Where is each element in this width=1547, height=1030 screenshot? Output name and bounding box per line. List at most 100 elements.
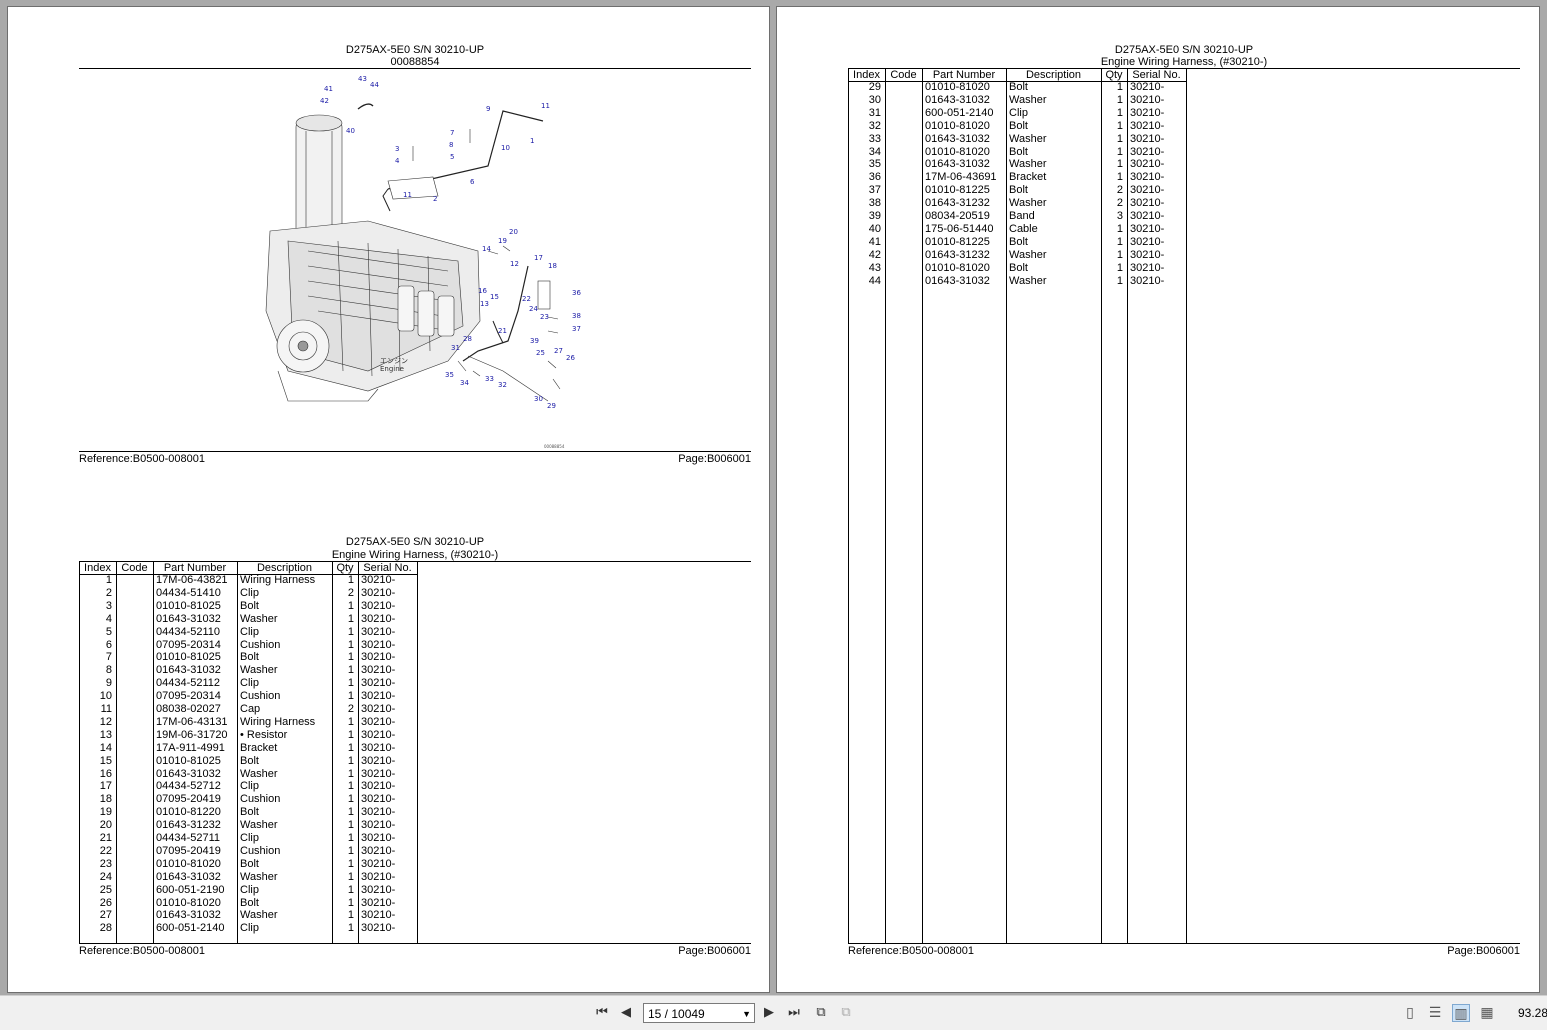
- table-cell-description: Cushion: [240, 638, 281, 651]
- parts-title: D275AX-5E0 S/N 30210-UP: [345, 536, 485, 548]
- table-cell-qty: 1: [347, 638, 354, 651]
- table-cell-serial-no: 30210-: [361, 883, 396, 896]
- table-cell-index: 2: [105, 586, 112, 599]
- table-cell-part-number: 07095-20314: [156, 690, 221, 703]
- table-cell-qty: 2: [1116, 184, 1123, 197]
- svg-text:15: 15: [490, 293, 499, 301]
- table-cell-part-number: 04434-52712: [156, 780, 221, 793]
- table-cell-description: Bolt: [240, 896, 259, 909]
- table-cell-serial-no: 30210-: [361, 741, 396, 754]
- svg-text:13: 13: [480, 300, 489, 308]
- table-cell-serial-no: 30210-: [1130, 81, 1165, 93]
- continuous-view-icon[interactable]: ☰: [1426, 1004, 1444, 1022]
- svg-text:38: 38: [572, 312, 581, 320]
- last-page-icon[interactable]: ⏭: [785, 1004, 803, 1022]
- table-cell-qty: 2: [347, 703, 354, 715]
- single-page-view-icon[interactable]: ▯: [1401, 1004, 1419, 1022]
- table-cell-description: Clip: [240, 832, 259, 844]
- table-cell-qty: 1: [347, 599, 354, 612]
- table-cell-index: 44: [868, 274, 881, 287]
- forward-view-icon[interactable]: ⧉: [837, 1004, 855, 1022]
- svg-text:23: 23: [540, 313, 549, 321]
- table-cell-qty: 1: [1116, 248, 1123, 261]
- svg-text:16: 16: [478, 287, 487, 295]
- table-cell-serial-no: 30210-: [361, 690, 396, 703]
- svg-text:20: 20: [509, 228, 518, 236]
- table-cell-qty: 1: [347, 715, 354, 728]
- table-cell-part-number: 01010-81020: [925, 81, 990, 93]
- table-cell-part-number: 600-051-2190: [156, 883, 225, 896]
- svg-text:39: 39: [530, 337, 539, 345]
- table-cell-index: 23: [99, 857, 112, 870]
- table-cell-description: Wiring Harness: [240, 574, 316, 586]
- table-cell-index: 33: [868, 132, 881, 145]
- table-cell-part-number: 175-06-51440: [925, 222, 994, 235]
- table-cell-index: 8: [105, 664, 112, 677]
- table-cell-description: Washer: [240, 767, 278, 780]
- svg-text:40: 40: [346, 127, 355, 135]
- svg-text:9: 9: [486, 105, 490, 113]
- continuous-facing-view-icon[interactable]: ▦: [1478, 1004, 1496, 1022]
- table-cell-qty: 1: [1116, 132, 1123, 145]
- zoom-level[interactable]: 93.28: [1518, 1006, 1547, 1020]
- illustration-footer-rule: [79, 451, 751, 452]
- engine-label: Engine: [380, 365, 404, 373]
- table-cell-part-number: 01010-81020: [156, 857, 221, 870]
- table-column-divider: [417, 561, 418, 943]
- table-cell-serial-no: 30210-: [361, 922, 396, 935]
- table-cell-serial-no: 30210-: [361, 586, 396, 599]
- svg-text:27: 27: [554, 347, 563, 355]
- table-cell-description: Clip: [240, 922, 259, 935]
- column-header-description: Description: [256, 562, 313, 574]
- table-cell-qty: 1: [347, 574, 354, 586]
- figure-number: 00088854: [390, 56, 440, 68]
- table-cell-serial-no: 30210-: [361, 780, 396, 793]
- parts-subtitle: Engine Wiring Harness, (#30210-): [331, 549, 499, 561]
- parts-table: Index Code Part Number Description Qty Serial…: [848, 68, 1188, 943]
- table-cell-part-number: 01010-81225: [925, 184, 990, 197]
- parts-reference-label: Reference:B0500-008001: [848, 945, 974, 957]
- table-cell-serial-no: 30210-: [1130, 171, 1165, 184]
- table-cell-serial-no: 30210-: [361, 806, 396, 819]
- svg-text:18: 18: [548, 262, 557, 270]
- table-cell-index: 20: [99, 819, 112, 832]
- page-indicator: 15 / 10049: [648, 1007, 705, 1021]
- table-cell-part-number: 01643-31232: [925, 197, 990, 210]
- table-cell-part-number: 01643-31032: [156, 664, 221, 677]
- table-cell-serial-no: 30210-: [361, 793, 396, 806]
- table-cell-index: 3: [105, 599, 112, 612]
- table-cell-qty: 1: [347, 728, 354, 741]
- table-cell-part-number: 07095-20419: [156, 793, 221, 806]
- table-cell-index: 29: [868, 81, 881, 93]
- column-header-serial-no: Serial No.: [363, 562, 412, 574]
- svg-text:11: 11: [541, 102, 550, 110]
- chevron-down-icon[interactable]: ▼: [742, 1004, 751, 1024]
- svg-text:35: 35: [445, 371, 454, 379]
- svg-text:19: 19: [498, 237, 507, 245]
- table-cell-qty: 1: [1116, 81, 1123, 93]
- svg-text:31: 31: [451, 344, 460, 352]
- table-cell-serial-no: 30210-: [1130, 158, 1165, 171]
- reference-label: Reference:B0500-008001: [79, 453, 205, 465]
- facing-pages-view-icon[interactable]: ▥: [1452, 1004, 1470, 1022]
- page-number-input[interactable]: 15 / 10049 ▼: [643, 1003, 755, 1023]
- table-cell-serial-no: 30210-: [1130, 235, 1165, 248]
- parts-reference-label: Reference:B0500-008001: [79, 945, 205, 957]
- previous-page-icon[interactable]: ◀: [617, 1004, 635, 1022]
- table-cell-index: 7: [105, 651, 112, 664]
- table-cell-description: Bracket: [240, 741, 278, 754]
- table-cell-part-number: 01643-31032: [156, 870, 221, 883]
- table-cell-part-number: 01643-31032: [925, 132, 990, 145]
- table-column-divider: [1006, 68, 1007, 943]
- back-view-icon[interactable]: ⧉: [812, 1004, 830, 1022]
- first-page-icon[interactable]: ⏮: [593, 1004, 611, 1022]
- table-cell-serial-no: 30210-: [361, 844, 396, 857]
- svg-text:5: 5: [450, 153, 454, 161]
- svg-text:29: 29: [547, 402, 556, 410]
- svg-text:8: 8: [449, 141, 453, 149]
- svg-text:41: 41: [324, 85, 333, 93]
- table-cell-index: 41: [868, 235, 881, 248]
- table-cell-qty: 1: [1116, 261, 1123, 274]
- table-column-divider: [1186, 68, 1187, 943]
- next-page-icon[interactable]: ▶: [760, 1004, 778, 1022]
